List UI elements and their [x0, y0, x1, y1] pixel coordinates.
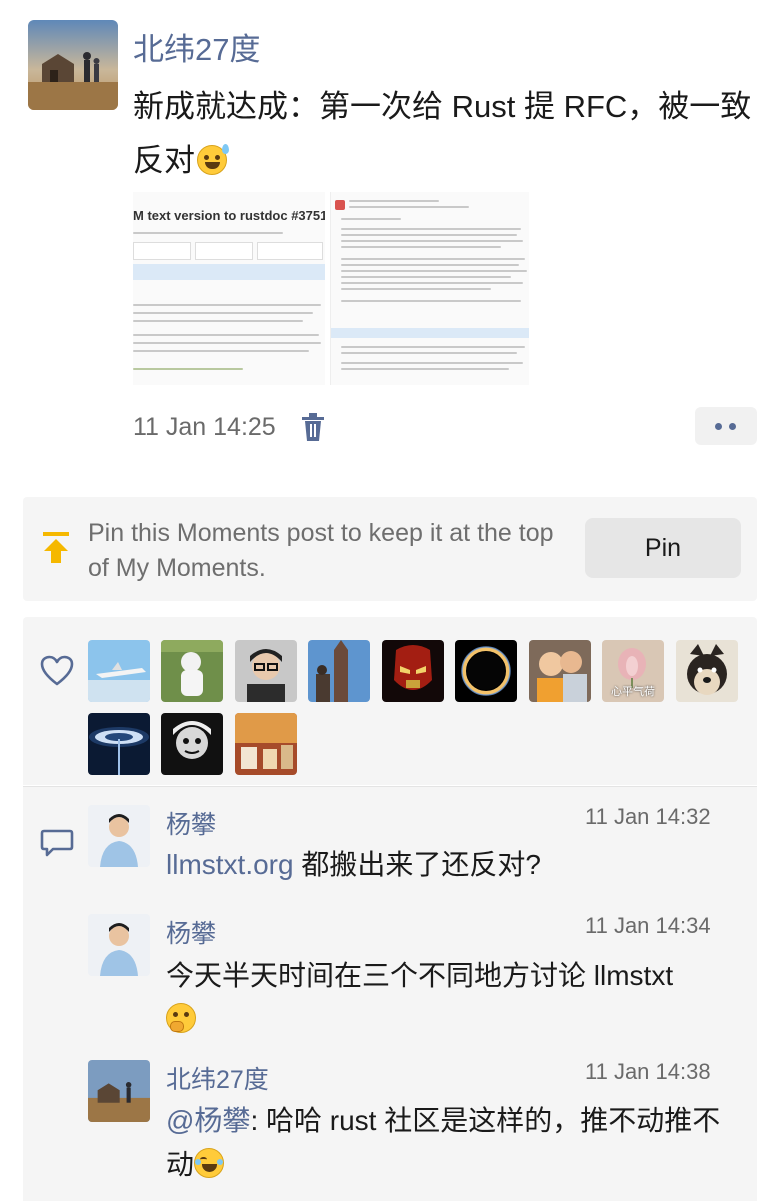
commenter-name[interactable]: 北纬27度 — [166, 1060, 269, 1096]
more-options-button[interactable] — [695, 407, 757, 445]
comment-text-content: 都搬出来了还反对? — [293, 849, 541, 880]
comment-time: 11 Jan 14:32 — [585, 804, 711, 829]
comment-text-content: : 哈哈 rust 社区是这样的，推不动推不动 — [166, 1105, 721, 1180]
trash-icon[interactable] — [300, 412, 326, 442]
comment-link[interactable]: llmstxt.org — [166, 849, 294, 880]
pin-to-top-icon — [43, 532, 69, 563]
liker-avatar[interactable] — [235, 640, 297, 702]
comment-text: llmstxt.org 都搬出来了还反对? — [166, 843, 726, 887]
heart-icon — [40, 655, 74, 686]
liker-avatar-lotus[interactable]: 心平气荷 — [602, 640, 664, 702]
comment-text: @杨攀: 哈哈 rust 社区是这样的，推不动推不动 — [166, 1099, 726, 1187]
screenshot-title: M text version to rustdoc #3751 — [133, 208, 325, 223]
post-text: 新成就达成：第一次给 Rust 提 RFC，被一致反对 — [133, 80, 763, 188]
pin-description: Pin this Moments post to keep it at the … — [88, 519, 554, 582]
commenter-name[interactable]: 杨攀 — [166, 914, 216, 950]
comment-time: 11 Jan 14:38 — [585, 1059, 711, 1084]
post-timestamp: 11 Jan 14:25 — [133, 413, 276, 441]
thinking-face-emoji-icon — [166, 1003, 196, 1033]
liker-avatar[interactable] — [529, 640, 591, 702]
commenter-avatar[interactable] — [88, 1060, 150, 1122]
tears-of-joy-emoji-icon — [194, 1148, 225, 1178]
liker-avatar[interactable] — [88, 713, 150, 775]
commenter-name[interactable]: 杨攀 — [166, 805, 216, 841]
liker-avatar[interactable] — [161, 640, 223, 702]
commenter-avatar[interactable] — [88, 914, 150, 976]
comment-text: 今天半天时间在三个不同地方讨论 llmstxt — [166, 954, 726, 1042]
liker-avatar[interactable] — [161, 713, 223, 775]
post-image-1[interactable]: M text version to rustdoc #3751 — [133, 192, 325, 385]
liker-avatar[interactable] — [455, 640, 517, 702]
commenter-avatar[interactable] — [88, 805, 150, 867]
liker-avatar[interactable] — [235, 713, 297, 775]
avatar-caption: 心平气荷 — [611, 686, 655, 698]
post-author-name[interactable]: 北纬27度 — [133, 24, 260, 69]
pin-button[interactable]: Pin — [585, 518, 741, 578]
liker-avatar[interactable] — [382, 640, 444, 702]
more-dot-icon — [715, 423, 722, 430]
liker-avatar[interactable] — [88, 640, 150, 702]
liker-avatar[interactable] — [308, 640, 370, 702]
comment-text-content: 今天半天时间在三个不同地方讨论 llmstxt — [166, 960, 674, 991]
more-dot-icon — [729, 423, 736, 430]
author-avatar[interactable] — [28, 20, 118, 110]
comment-time: 11 Jan 14:34 — [585, 913, 711, 938]
comment-mention[interactable]: @杨攀 — [166, 1105, 250, 1136]
post-image-2[interactable] — [330, 192, 529, 385]
comment-icon — [40, 829, 74, 857]
sweat-smile-emoji-icon — [197, 144, 229, 175]
liker-avatar[interactable] — [676, 640, 738, 702]
